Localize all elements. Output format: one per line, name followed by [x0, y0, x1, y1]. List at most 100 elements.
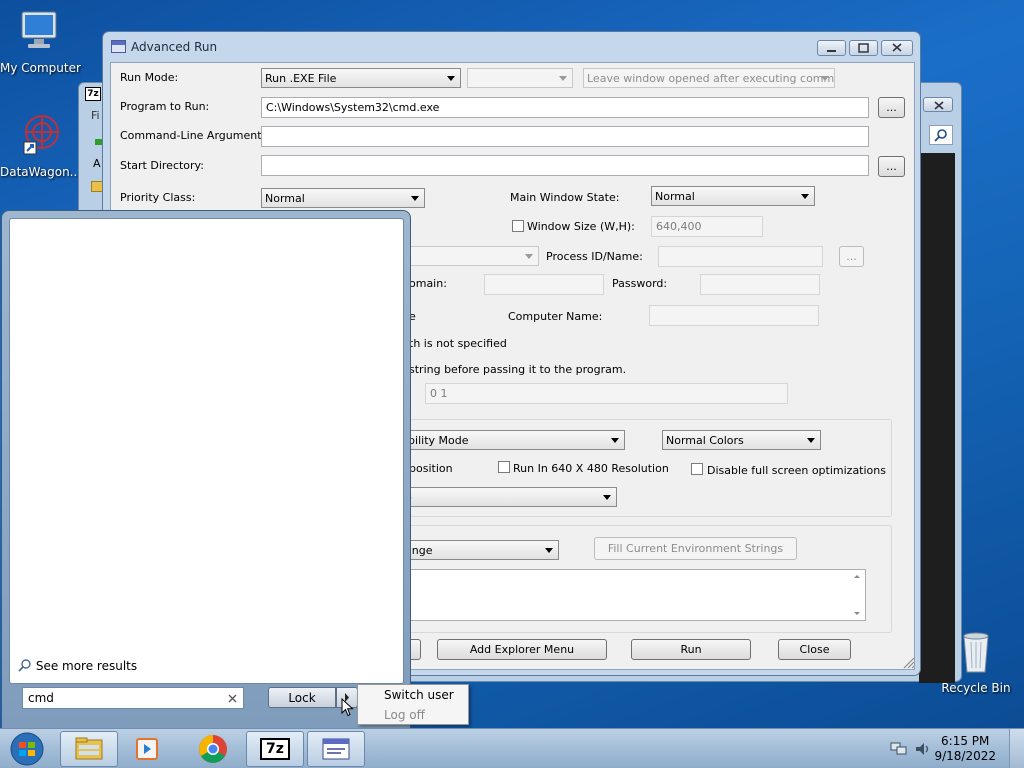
main-state-value: Normal	[655, 190, 695, 203]
lock-button[interactable]: Lock	[268, 687, 336, 708]
program-input[interactable]: C:\Windows\System32\cmd.exe	[261, 97, 869, 118]
textarea-scrollbar[interactable]	[850, 571, 864, 619]
close-button[interactable]	[881, 40, 913, 56]
env-input[interactable]: 0 1	[425, 383, 788, 404]
volume-tray-icon[interactable]	[914, 741, 932, 757]
secondary-mode-dropdown[interactable]	[467, 68, 573, 88]
maximize-icon	[858, 43, 869, 53]
program-browse-button[interactable]: ...	[878, 97, 905, 118]
log-off-menu-item[interactable]: Log off	[384, 708, 425, 722]
window-title: Advanced Run	[131, 40, 218, 54]
run640-checkbox[interactable]	[498, 461, 510, 473]
switch-user-menu-item[interactable]: Switch user	[384, 688, 454, 702]
mouse-cursor-icon	[341, 698, 354, 717]
taskbar-media-player[interactable]	[118, 731, 176, 767]
taskbar-advanced-run[interactable]	[307, 731, 365, 767]
computer-label: Computer Name:	[508, 310, 603, 323]
start-results-pane: See more results	[9, 218, 404, 684]
maximize-button[interactable]	[849, 40, 878, 56]
parent-process-dropdown[interactable]	[401, 246, 539, 266]
process-input[interactable]	[658, 246, 823, 267]
see-more-results-label: See more results	[35, 659, 138, 673]
compatibility-dropdown[interactable]: ibility Mode	[401, 430, 625, 450]
environment-textarea[interactable]	[401, 569, 866, 621]
colors-dropdown[interactable]: Normal Colors	[662, 430, 821, 450]
environment-dropdown[interactable]: ange	[401, 540, 559, 560]
cmdline-label: Command-Line Arguments:	[120, 129, 271, 142]
explorer-icon	[75, 737, 103, 760]
taskbar-7zip[interactable]: 7z	[246, 731, 304, 767]
start-button[interactable]	[2, 731, 52, 767]
chrome-icon	[199, 735, 227, 763]
chevron-down-icon	[545, 548, 553, 553]
run-button[interactable]: Run	[631, 639, 751, 660]
colors-value: Normal Colors	[666, 434, 744, 447]
process-label: Process ID/Name:	[546, 250, 643, 263]
run-mode-value: Run .EXE File	[265, 72, 337, 85]
title-bar[interactable]: Advanced Run	[103, 32, 920, 62]
chevron-down-icon	[411, 196, 419, 201]
startdir-browse-button[interactable]: ...	[878, 156, 905, 177]
see-more-results-link[interactable]: See more results	[18, 658, 137, 673]
network-tray-icon[interactable]	[890, 741, 908, 757]
taskbar: 7z 6:15 PM 9/18/2022	[0, 728, 1024, 768]
close-dialog-button[interactable]: Close	[778, 639, 851, 660]
dpi-dropdown[interactable]: e	[401, 487, 617, 507]
start-search-value: cmd	[28, 691, 54, 705]
app-title-icon	[111, 40, 126, 53]
datawagon-icon	[23, 115, 59, 155]
desktop-icon-datawagon[interactable]: DataWagon...	[0, 112, 82, 179]
clock-time: 6:15 PM	[941, 734, 990, 748]
desktop-icon-label: Recycle Bin	[941, 681, 1011, 695]
fill-env-button[interactable]: Fill Current Environment Strings	[594, 537, 797, 560]
run-mode-label: Run Mode:	[120, 71, 179, 84]
startdir-input[interactable]	[261, 155, 869, 176]
startdir-label: Start Directory:	[120, 159, 204, 172]
show-desktop-button[interactable]	[1009, 729, 1024, 768]
desktop-icon-label: DataWagon...	[0, 165, 82, 179]
background-menu-fragment: Fi	[91, 109, 100, 122]
cmdline-input[interactable]	[261, 126, 869, 147]
resize-grip-icon[interactable]	[901, 655, 915, 669]
disable-fs-label: Disable full screen optimizations	[707, 464, 886, 477]
priority-value: Normal	[265, 192, 305, 205]
scroll-arrows-icon	[854, 575, 860, 615]
minimize-icon	[827, 50, 836, 52]
clear-icon[interactable]	[228, 694, 237, 703]
chevron-down-icon	[559, 76, 567, 81]
sevenzip-title-icon: 7z	[85, 87, 101, 101]
leave-window-value: Leave window opened after executing comm…	[587, 72, 835, 85]
start-menu[interactable]: See more results cmd Lock	[1, 210, 411, 730]
window-size-checkbox[interactable]	[512, 220, 524, 232]
priority-label: Priority Class:	[120, 191, 196, 204]
7zip-icon: 7z	[260, 738, 290, 760]
clock-date: 9/18/2022	[934, 749, 996, 763]
process-browse-button[interactable]: ...	[839, 246, 864, 267]
position-label: position	[409, 462, 453, 475]
taskbar-chrome[interactable]	[184, 731, 242, 767]
taskbar-explorer[interactable]	[60, 731, 118, 767]
main-state-dropdown[interactable]: Normal	[651, 186, 815, 206]
window-size-label: Window Size (W,H):	[527, 220, 635, 233]
computer-input[interactable]	[649, 305, 819, 326]
background-search-button[interactable]	[929, 125, 953, 145]
background-text-fragment: A	[93, 157, 101, 170]
password-input[interactable]	[700, 274, 820, 295]
start-search-input[interactable]: cmd	[22, 687, 244, 709]
media-player-icon	[136, 738, 158, 760]
window-size-input[interactable]: 640,400	[651, 216, 763, 237]
close-icon	[934, 101, 944, 110]
string-note: string before passing it to the program.	[409, 363, 627, 376]
add-explorer-menu-button[interactable]: Add Explorer Menu	[437, 639, 607, 660]
background-close-button[interactable]	[923, 97, 953, 112]
priority-dropdown[interactable]: Normal	[261, 188, 425, 208]
disable-fs-checkbox[interactable]	[691, 463, 703, 475]
background-dark-pane	[919, 153, 955, 683]
taskbar-clock[interactable]: 6:15 PM 9/18/2022	[934, 734, 996, 764]
desktop-icon-my-computer[interactable]: My Computer	[0, 8, 81, 75]
leave-window-dropdown[interactable]: Leave window opened after executing comm…	[583, 68, 835, 88]
run-mode-dropdown[interactable]: Run .EXE File	[261, 68, 461, 88]
advanced-run-icon	[322, 738, 350, 760]
minimize-button[interactable]	[817, 40, 846, 56]
domain-input[interactable]	[484, 274, 604, 295]
